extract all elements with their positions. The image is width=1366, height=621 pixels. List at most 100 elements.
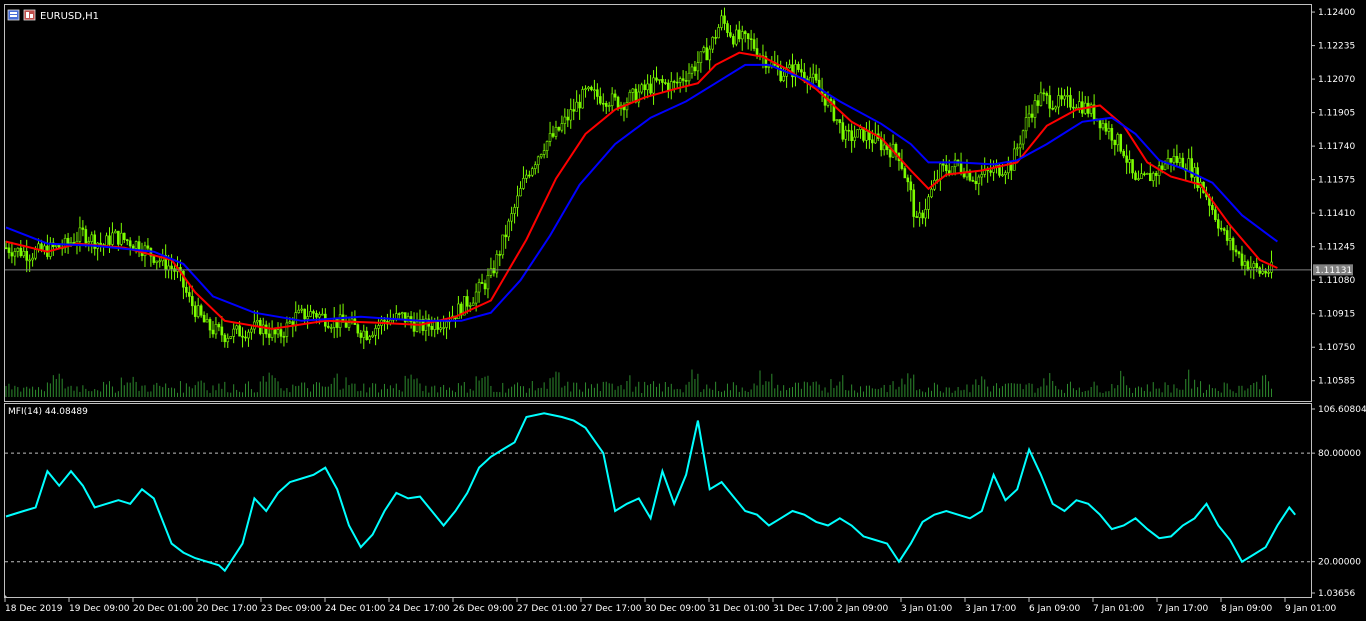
candle-body [1122,150,1125,157]
candle-body [569,109,573,121]
candle-body [477,282,481,293]
candle-body [1219,227,1223,230]
price-tick-label: 1.10915 [1318,310,1355,320]
candle-body [250,328,253,333]
candle-body [1261,270,1264,274]
candle-body [1175,155,1179,163]
candle-body [661,79,664,83]
price-tick-label: 1.11905 [1318,109,1355,119]
candle-body [1243,261,1247,266]
candle-body [723,15,726,24]
candle-body [1110,128,1114,141]
candle-body [442,327,445,329]
time-tick-label: 20 Dec 17:00 [197,604,258,614]
candle-body [498,254,502,256]
candle-body [134,241,138,249]
candle-body [752,39,756,49]
price-tick-label: 1.11245 [1318,243,1355,253]
candle-body [684,80,688,82]
candle-body [335,318,339,328]
candle-body [930,188,933,198]
candle-body [732,36,735,45]
time-tick-label: 30 Dec 09:00 [645,604,706,614]
candle-body [607,105,611,107]
candle-body [1169,157,1173,163]
candle-body [433,321,437,330]
candle-body [170,265,173,269]
candle-body [362,330,366,338]
candle-body [655,77,658,81]
candle-body [1024,117,1028,132]
candle-body [590,86,593,91]
candle-body [273,328,277,335]
candle-body [66,237,70,244]
candle-body [838,119,842,123]
candle-body [640,84,644,93]
candle-body [1190,158,1193,178]
time-tick-label: 19 Dec 09:00 [69,604,130,614]
candle-body [28,259,31,262]
candle-body [587,86,590,89]
price-tick-label: 1.10585 [1318,377,1355,387]
candle-body [1054,106,1057,110]
candle-body [347,322,351,328]
price-tick-label: 1.12070 [1318,75,1355,85]
candle-body [285,322,289,337]
candle-body [681,78,685,81]
candle-body [1140,173,1143,179]
candle-body [501,234,505,256]
candle-body [1125,155,1128,163]
candle-body [844,129,848,140]
candle-body [344,322,348,328]
candle-body [105,235,108,247]
candle-body [205,319,209,323]
candle-body [217,324,221,328]
candle-body [155,260,159,263]
price-tick-label: 1.12400 [1318,8,1355,18]
candle-body [185,286,188,293]
candle-body [400,312,404,315]
candle-body [918,212,921,218]
price-tick-label: 1.12235 [1318,42,1355,52]
candle-body [114,230,117,234]
candle-body [1048,95,1052,109]
candle-body [599,96,602,104]
candle-body [1018,143,1022,149]
candle-body [120,232,123,245]
candle-body [847,129,850,132]
candle-body [1063,95,1066,100]
candle-body [34,249,37,259]
time-tick-label: 7 Jan 17:00 [1157,604,1209,614]
candle-body [1234,249,1238,253]
candle-body [84,229,88,244]
candle-body [282,336,286,338]
candle-body [572,109,576,112]
time-tick-label: 7 Jan 01:00 [1093,604,1145,614]
candle-body [208,319,212,331]
candle-body [303,308,306,320]
candle-body [99,242,102,245]
candle-body [581,89,584,109]
candle-body [270,328,274,338]
candle-body [542,150,546,155]
candle-body [729,32,732,37]
candle-body [480,282,484,284]
candle-body [128,240,132,247]
candle-body [513,207,516,214]
candle-body [947,170,951,174]
candle-body [841,122,845,140]
candle-body [1116,134,1120,146]
candle-body [1246,261,1250,271]
candle-body [1187,158,1191,172]
candle-body [853,136,856,141]
candle-body [714,37,717,39]
candle-body [1030,113,1034,118]
candle-body [474,291,478,304]
candle-body [909,181,913,191]
time-tick-label: 9 Jan 01:00 [1285,604,1337,614]
mt4-chart-window[interactable]: 1.12400 1.12235 1.12070 1.11905 1.11740 1.115… [0,0,1366,621]
candle-body [1154,172,1158,176]
candle-body [43,245,46,251]
candle-body [705,47,709,61]
mfi-title: MFI(14) 44.08489 [8,407,88,417]
